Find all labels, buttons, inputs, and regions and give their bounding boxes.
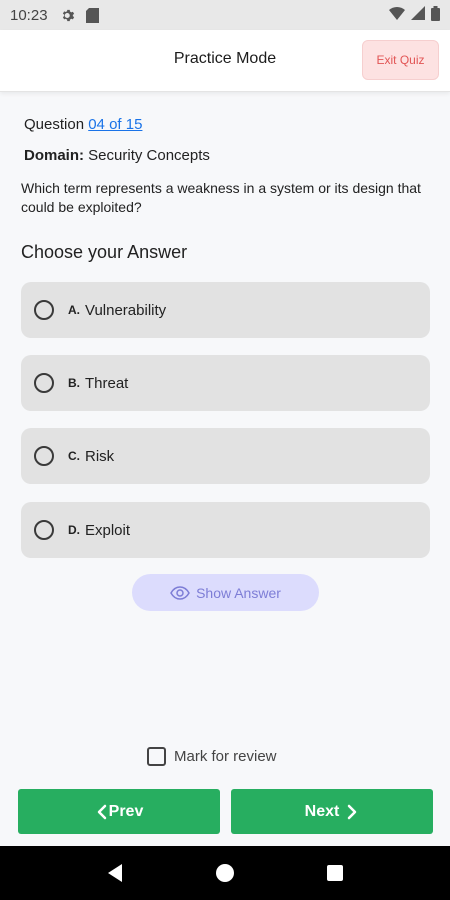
next-label: Next: [304, 802, 340, 820]
signal-icon: [411, 6, 425, 24]
review-checkbox[interactable]: [147, 747, 166, 766]
app-bar: Practice Mode Exit Quiz: [0, 30, 450, 92]
battery-icon: [431, 5, 440, 25]
chevron-left-icon: [95, 804, 109, 820]
system-navigation-bar: [0, 846, 450, 900]
show-answer-label: Show Answer: [196, 584, 281, 601]
option-text: Risk: [85, 447, 115, 465]
option-text: Exploit: [85, 521, 131, 539]
radio-icon[interactable]: [34, 373, 54, 393]
wifi-icon: [389, 6, 405, 24]
prev-button[interactable]: Prev: [18, 789, 220, 834]
home-icon[interactable]: [215, 863, 235, 883]
option-text: Threat: [85, 374, 129, 392]
exit-quiz-button[interactable]: Exit Quiz: [362, 40, 439, 80]
question-prefix: Question: [24, 116, 85, 133]
option-letter: D.: [68, 523, 80, 537]
radio-icon[interactable]: [34, 300, 54, 320]
question-progress: Question 04 of 15: [24, 116, 142, 133]
settings-icon: [60, 6, 78, 24]
status-time: 10:23: [10, 6, 48, 24]
show-answer-button[interactable]: Show Answer: [132, 574, 319, 611]
radio-icon[interactable]: [34, 446, 54, 466]
status-bar: 10:23: [0, 0, 450, 30]
question-progress-link[interactable]: 04 of 15: [88, 116, 142, 133]
eye-icon: [170, 585, 190, 600]
chevron-right-icon: [345, 804, 359, 820]
mark-for-review[interactable]: Mark for review: [147, 747, 277, 766]
option-c[interactable]: C. Risk: [21, 428, 430, 484]
question-text: Which term represents a weakness in a sy…: [21, 180, 421, 215]
option-letter: C.: [68, 449, 80, 463]
question-domain: Domain: Security Concepts: [24, 147, 210, 164]
option-letter: A.: [68, 303, 80, 317]
option-letter: B.: [68, 376, 80, 390]
prev-label: Prev: [108, 802, 144, 820]
review-label: Mark for review: [174, 748, 277, 765]
back-icon[interactable]: [106, 863, 124, 883]
domain-value: Security Concepts: [88, 147, 210, 164]
option-d[interactable]: D. Exploit: [21, 502, 430, 558]
next-button[interactable]: Next: [231, 789, 433, 834]
option-text: Vulnerability: [85, 301, 167, 319]
option-b[interactable]: B. Threat: [21, 355, 430, 411]
domain-label: Domain:: [24, 147, 84, 164]
radio-icon[interactable]: [34, 520, 54, 540]
sd-card-icon: [84, 6, 102, 24]
choose-answer-heading: Choose your Answer: [21, 242, 188, 262]
recents-icon[interactable]: [326, 864, 344, 882]
option-a[interactable]: A. Vulnerability: [21, 282, 430, 338]
